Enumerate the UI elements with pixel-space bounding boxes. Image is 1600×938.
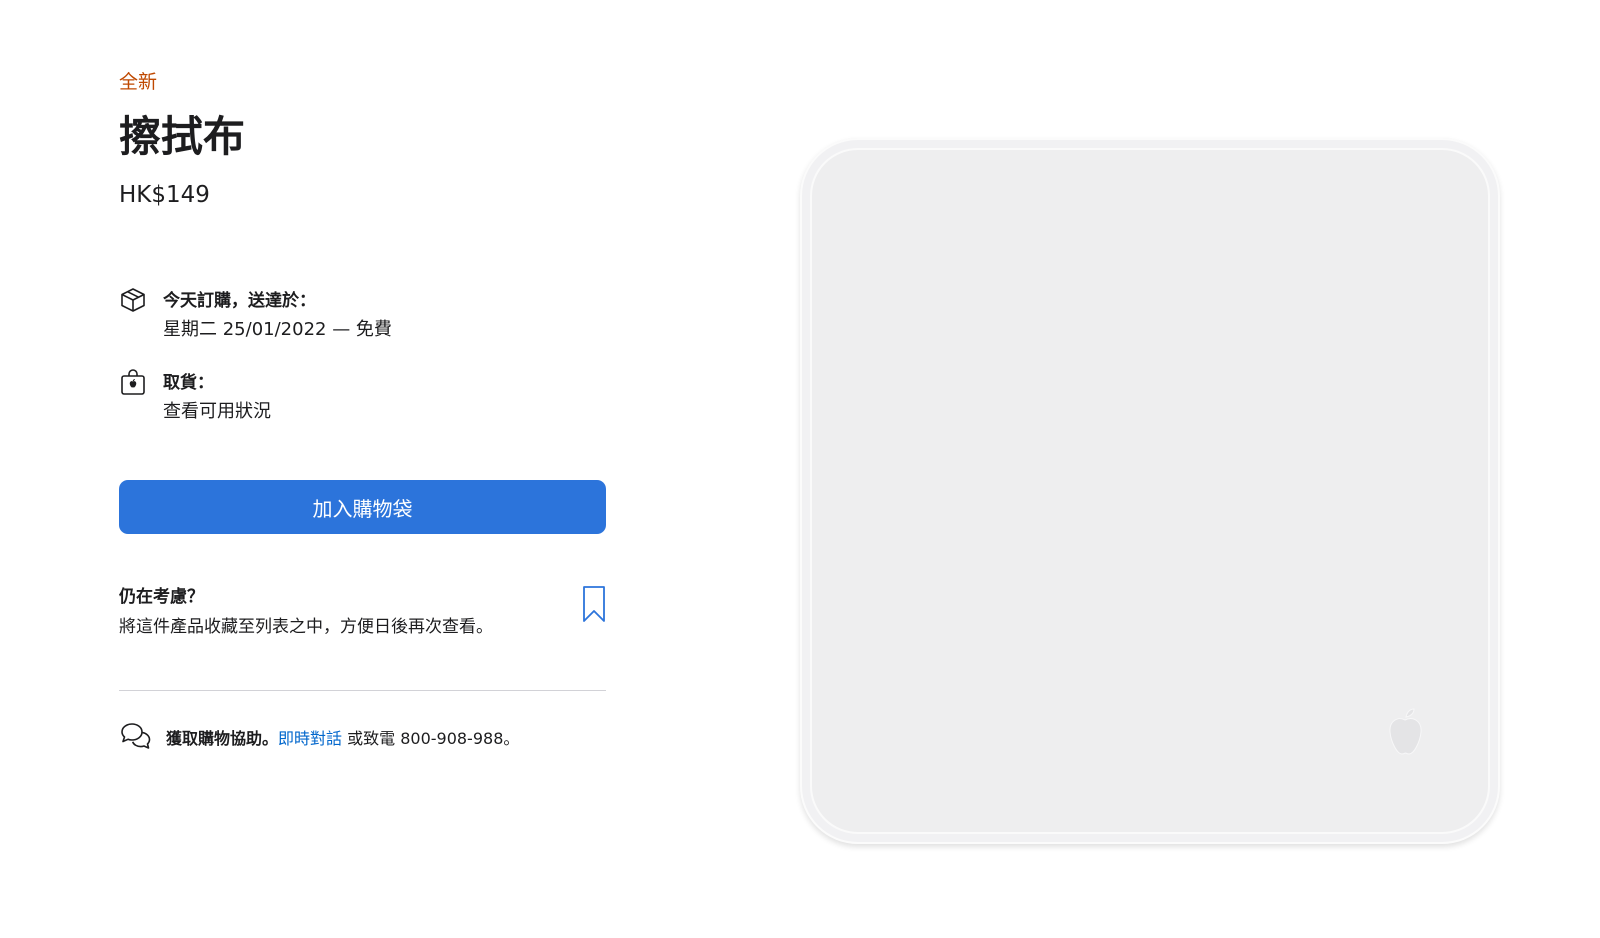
add-to-bag-button[interactable]: 加入購物袋 bbox=[119, 480, 606, 534]
store-bag-icon bbox=[121, 369, 145, 395]
save-for-later-description: 將這件產品收藏至列表之中，方便日後再次查看。 bbox=[119, 617, 493, 637]
delivery-label: 今天訂購，送達於： bbox=[163, 291, 316, 311]
chat-bubbles-icon bbox=[121, 723, 151, 749]
product-price: HK$149 bbox=[119, 182, 210, 208]
product-image bbox=[800, 138, 1500, 844]
save-for-later-title: 仍在考慮？ bbox=[119, 587, 204, 607]
check-availability-link[interactable]: 查看可用狀況 bbox=[163, 397, 271, 423]
box-icon bbox=[121, 288, 145, 312]
apple-logo-icon bbox=[1389, 708, 1422, 755]
bookmark-icon[interactable] bbox=[582, 585, 606, 623]
help-text: 獲取購物協助。即時對話 或致電 800-908-988。 bbox=[166, 725, 519, 749]
help-label: 獲取購物協助。 bbox=[166, 729, 279, 748]
live-chat-link[interactable]: 即時對話 bbox=[278, 729, 342, 748]
divider bbox=[119, 690, 606, 691]
pickup-label: 取貨： bbox=[163, 373, 214, 393]
help-phone: 或致電 800-908-988。 bbox=[342, 729, 520, 748]
delivery-date: 星期二 25/01/2022 — 免費 bbox=[163, 319, 392, 340]
new-badge: 全新 bbox=[119, 71, 158, 93]
product-title: 擦拭布 bbox=[119, 112, 246, 161]
